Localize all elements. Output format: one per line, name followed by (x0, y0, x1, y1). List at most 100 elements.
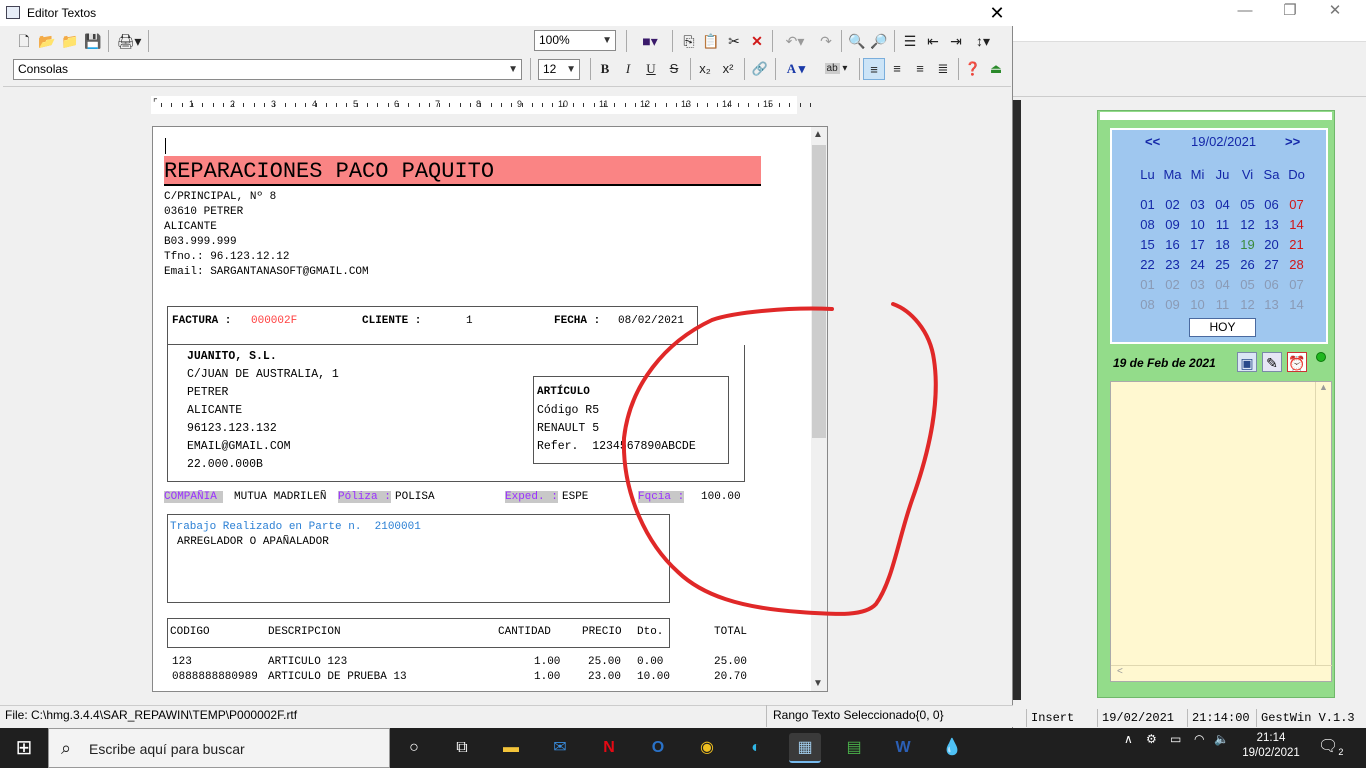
calendar-day[interactable]: 02 (1160, 277, 1185, 292)
editor-app-icon[interactable]: ▦ (789, 733, 821, 763)
open-file-icon[interactable]: 📁 (59, 30, 81, 52)
calendar-day[interactable]: 03 (1185, 197, 1210, 212)
ruler-indent-marker[interactable]: ⌜ (153, 98, 158, 109)
tray-chevron-icon[interactable]: ∧ (1124, 732, 1133, 746)
save-file-icon[interactable]: 💾 (82, 30, 104, 52)
color-picker-icon[interactable]: ■▾ (633, 30, 667, 52)
bullet-list-icon[interactable]: ☰ (899, 30, 921, 52)
scroll-down-icon[interactable]: ▼ (813, 678, 823, 689)
notes-memo[interactable]: ▲ < (1110, 381, 1332, 682)
calendar-day[interactable]: 23 (1160, 257, 1185, 272)
copy-icon[interactable]: ⎘ (678, 30, 700, 52)
system-clock[interactable]: 21:14 19/02/2021 (1238, 731, 1304, 761)
spreadsheet-icon[interactable]: ▤ (838, 733, 870, 763)
wifi-icon[interactable]: ◠ (1194, 732, 1204, 746)
calendar-day[interactable]: 07 (1284, 197, 1309, 212)
font-size-select[interactable]: 12 ▼ (538, 59, 580, 80)
calendar-day[interactable]: 05 (1235, 277, 1260, 292)
word-icon[interactable]: W (887, 733, 919, 763)
underline-icon[interactable]: U (640, 58, 662, 80)
delete-icon[interactable]: ✕ (746, 30, 768, 52)
calendar-next-button[interactable]: >> (1285, 134, 1300, 149)
calendar-day[interactable]: 25 (1210, 257, 1235, 272)
calendar-day[interactable]: 19 (1235, 237, 1260, 252)
subscript-icon[interactable]: x₂ (694, 58, 716, 80)
strikethrough-icon[interactable]: S (663, 58, 685, 80)
calendar-day[interactable]: 04 (1210, 277, 1235, 292)
windows-start-icon[interactable]: ⊞ (0, 728, 48, 768)
calendar-day[interactable]: 14 (1284, 297, 1309, 312)
align-left-icon[interactable]: ≡ (863, 58, 885, 80)
calendar-day[interactable]: 15 (1135, 237, 1160, 252)
calendar-day[interactable]: 10 (1185, 217, 1210, 232)
find-icon[interactable]: 🔍 (846, 30, 868, 52)
calendar-day[interactable]: 09 (1160, 297, 1185, 312)
memo-hscrollbar[interactable]: < (1111, 665, 1332, 681)
maximize-icon[interactable]: ❐ (1267, 0, 1313, 22)
calendar-day[interactable]: 11 (1210, 217, 1235, 232)
align-right-icon[interactable]: ≡ (909, 58, 931, 80)
scroll-up-icon[interactable]: ▲ (813, 129, 823, 140)
calendar-day[interactable]: 26 (1235, 257, 1260, 272)
calendar-day[interactable]: 01 (1135, 277, 1160, 292)
calendar-day[interactable]: 06 (1259, 277, 1284, 292)
calendar-day[interactable]: 24 (1185, 257, 1210, 272)
taskbar-search[interactable]: ⌕ Escribe aquí para buscar (48, 728, 390, 768)
outdent-icon[interactable]: ⇤ (922, 30, 944, 52)
cut-icon[interactable]: ✂ (723, 30, 745, 52)
calendar-day[interactable]: 01 (1135, 197, 1160, 212)
calendar-day[interactable]: 22 (1135, 257, 1160, 272)
volume-icon[interactable]: 🔈 (1214, 732, 1229, 746)
calendar-day[interactable]: 13 (1259, 217, 1284, 232)
cortana-icon[interactable]: ○ (398, 733, 430, 763)
calendar-day[interactable]: 08 (1135, 297, 1160, 312)
memo-scrollbar[interactable]: ▲ (1315, 382, 1331, 666)
outlook-icon[interactable]: O (642, 733, 674, 763)
drop-app-icon[interactable]: 💧 (936, 733, 968, 763)
file-explorer-icon[interactable]: ▬ (495, 733, 527, 763)
calendar-day[interactable]: 13 (1259, 297, 1284, 312)
calendar-day[interactable]: 27 (1259, 257, 1284, 272)
calendar-day[interactable]: 08 (1135, 217, 1160, 232)
battery-icon[interactable]: ▭ (1170, 732, 1181, 746)
zoom-select[interactable]: 100% ▼ (534, 30, 616, 51)
paste-icon[interactable]: 📋 (700, 30, 722, 52)
calendar-day[interactable]: 04 (1210, 197, 1235, 212)
font-select[interactable]: Consolas ▼ (13, 59, 522, 80)
bold-icon[interactable]: B (594, 58, 616, 80)
alarm-clock-icon[interactable]: ⏰ (1287, 352, 1307, 372)
help-icon[interactable]: ❓ (962, 58, 984, 80)
calendar-day[interactable]: 28 (1284, 257, 1309, 272)
calendar-day[interactable]: 20 (1259, 237, 1284, 252)
close-icon[interactable]: ✕ (1312, 0, 1358, 22)
find-replace-icon[interactable]: 🔎 (868, 30, 890, 52)
calendar-day[interactable]: 05 (1235, 197, 1260, 212)
today-button[interactable]: HOY (1189, 318, 1256, 337)
calendar-day[interactable]: 12 (1235, 297, 1260, 312)
italic-icon[interactable]: I (617, 58, 639, 80)
calendar-day[interactable]: 12 (1235, 217, 1260, 232)
print-icon[interactable]: 🖨▾ (114, 30, 144, 52)
calendar-day[interactable]: 18 (1210, 237, 1235, 252)
align-center-icon[interactable]: ≡ (886, 58, 908, 80)
calendar-day[interactable]: 09 (1160, 217, 1185, 232)
calendar-day[interactable]: 16 (1160, 237, 1185, 252)
line-spacing-icon[interactable]: ↕▾ (968, 30, 998, 52)
calendar-day[interactable]: 11 (1210, 297, 1235, 312)
new-file-icon[interactable]: 🗋 (13, 30, 35, 52)
calendar-day[interactable]: 03 (1185, 277, 1210, 292)
calendar-day[interactable]: 21 (1284, 237, 1309, 252)
calendar-day[interactable]: 10 (1185, 297, 1210, 312)
calendar-day[interactable]: 06 (1259, 197, 1284, 212)
chrome-icon[interactable]: ◉ (691, 733, 723, 763)
minimize-icon[interactable]: — (1222, 0, 1268, 22)
redo-icon[interactable]: ↷ (815, 30, 837, 52)
tray-network-status-icon[interactable]: ⚙ (1146, 732, 1157, 746)
font-color-icon[interactable]: A ▾ (779, 58, 813, 80)
exit-icon[interactable]: ⏏ (985, 58, 1007, 80)
mail-icon[interactable]: ✉ (544, 733, 576, 763)
indent-icon[interactable]: ⇥ (945, 30, 967, 52)
ruler[interactable]: ⌜ 123456789101112131415 (151, 96, 811, 114)
calendar-day[interactable]: 02 (1160, 197, 1185, 212)
link-icon[interactable]: 🔗 (749, 58, 771, 80)
